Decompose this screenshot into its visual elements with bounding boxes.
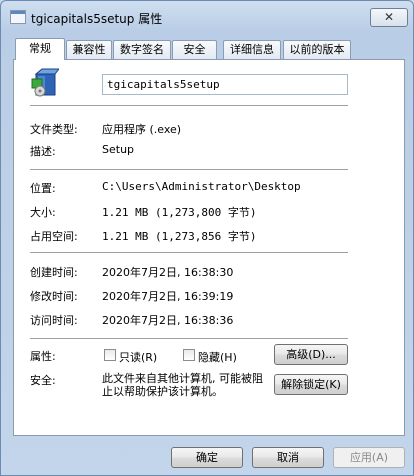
location-value: C:\Users\Administrator\Desktop [102,180,301,193]
size-label: 大小: [30,206,56,219]
readonly-checkbox[interactable] [104,349,116,361]
file-type-value: 应用程序 (.exe) [102,123,182,136]
description-value: Setup [102,143,135,156]
setup-program-icon [31,68,59,97]
separator [30,169,348,171]
modified-value: 2020年7月2日, 16:39:19 [102,290,234,303]
security-warning-text: 此文件来自其他计算机, 可能被阻止以帮助保护该计算机。 [102,372,263,398]
tab-details[interactable]: 详细信息 [223,40,281,59]
hidden-checkbox-label[interactable]: 隐藏(H) [198,349,237,365]
created-value: 2020年7月2日, 16:38:30 [102,266,234,279]
modified-label: 修改时间: [30,290,78,303]
file-type-label: 文件类型: [30,123,78,136]
accessed-label: 访问时间: [30,314,78,327]
created-label: 创建时间: [30,266,78,279]
tab-previous-versions[interactable]: 以前的版本 [283,40,351,59]
security-label: 安全: [30,374,56,387]
tab-strip: 常规 兼容性 数字签名 安全 详细信息 以前的版本 [13,38,405,60]
tab-general[interactable]: 常规 [15,38,65,60]
file-properties-icon [10,10,26,24]
tab-security[interactable]: 安全 [172,40,217,59]
description-label: 描述: [30,145,56,158]
separator [30,338,348,340]
title-bar: tgicapitals5setup 属性 ✕ [1,1,413,33]
close-icon: ✕ [383,10,395,24]
readonly-checkbox-label[interactable]: 只读(R) [119,349,157,365]
properties-window: tgicapitals5setup 属性 ✕ 常规 兼容性 数字签名 安全 详细… [0,0,414,476]
advanced-button[interactable]: 高级(D)... [274,344,348,365]
apply-button[interactable]: 应用(A) [333,447,405,468]
hidden-checkbox[interactable] [183,349,195,361]
size-on-disk-value: 1.21 MB (1,273,856 字节) [102,230,257,243]
cancel-button[interactable]: 取消 [252,447,324,468]
tab-compatibility[interactable]: 兼容性 [66,40,112,59]
ok-button[interactable]: 确定 [171,447,243,468]
tab-digital-signatures[interactable]: 数字签名 [113,40,171,59]
separator [30,105,348,107]
attributes-label: 属性: [30,350,56,363]
location-label: 位置: [30,182,56,195]
accessed-value: 2020年7月2日, 16:38:36 [102,314,234,327]
close-button[interactable]: ✕ [370,8,408,27]
size-value: 1.21 MB (1,273,800 字节) [102,206,257,219]
unblock-button[interactable]: 解除锁定(K) [274,374,348,395]
separator [30,252,348,254]
file-name-input[interactable]: tgicapitals5setup [102,74,348,95]
size-on-disk-label: 占用空间: [30,230,78,243]
window-title: tgicapitals5setup 属性 [31,12,163,26]
